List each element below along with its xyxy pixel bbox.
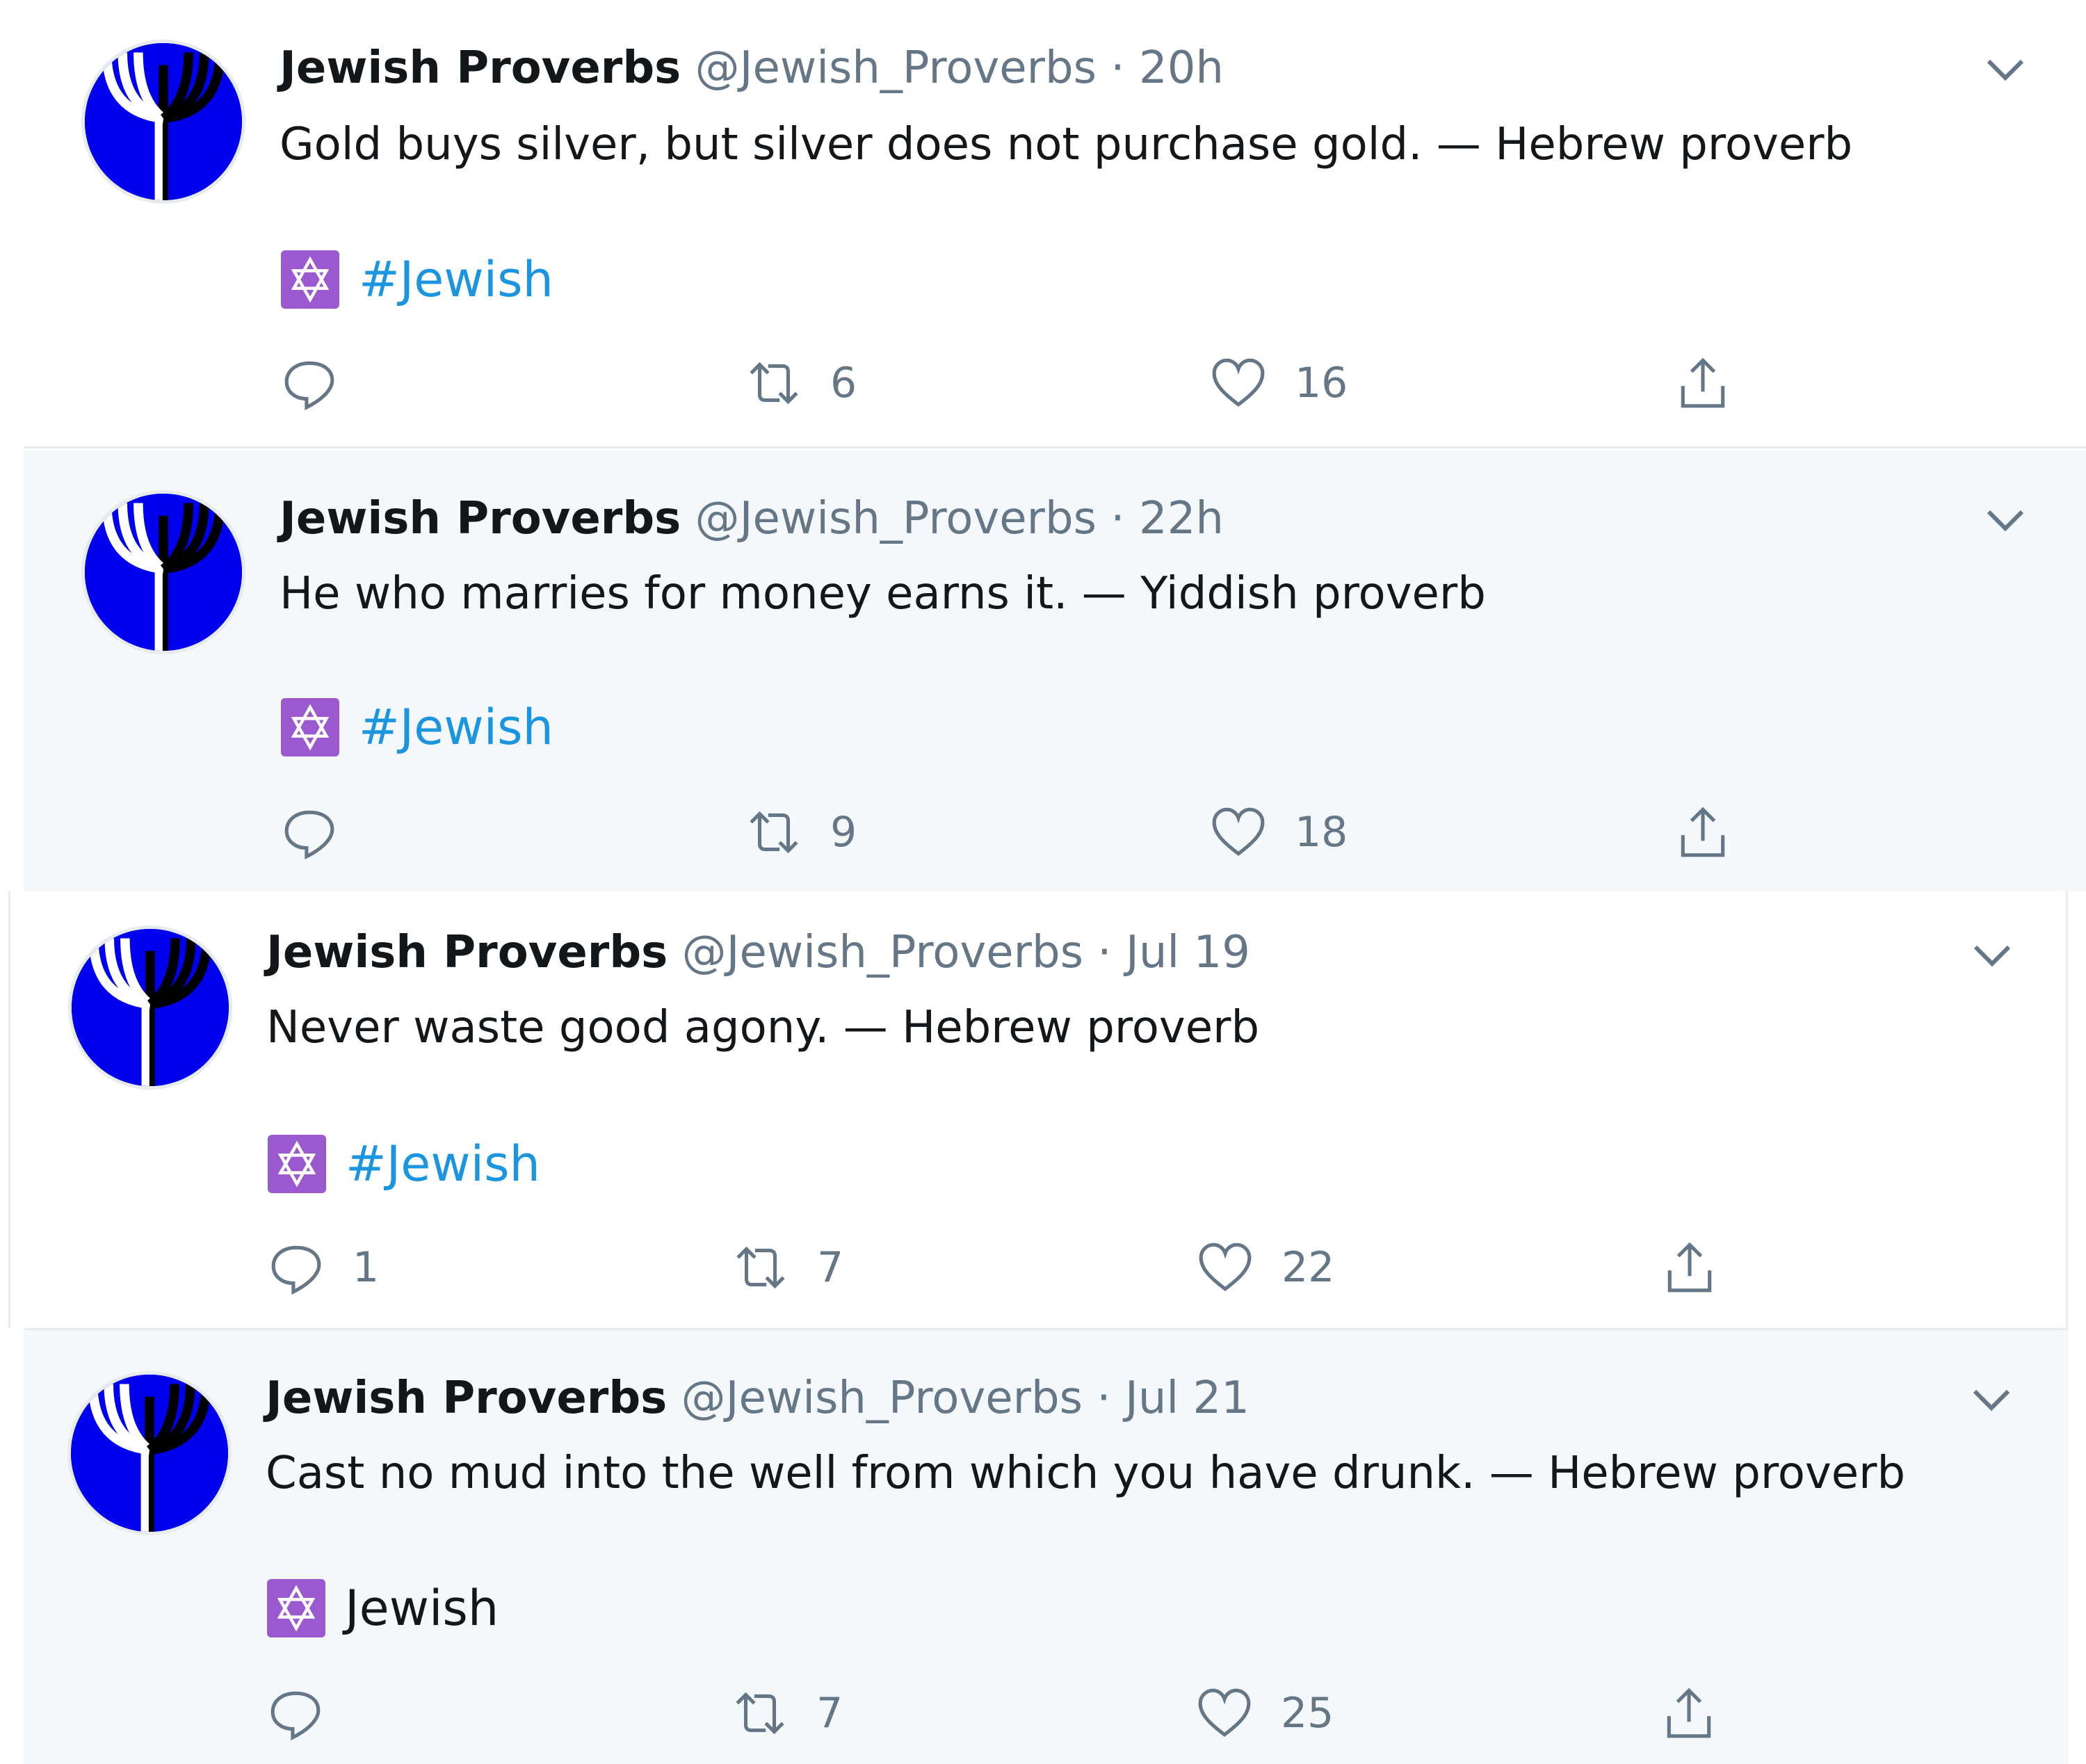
reply-icon	[284, 810, 334, 859]
chevron-down-icon[interactable]	[1971, 941, 2013, 969]
heart-icon	[1199, 1243, 1252, 1291]
display-name[interactable]: Jewish Proverbs	[280, 42, 681, 94]
hashtag-link[interactable]: #Jewish	[359, 250, 553, 309]
display-name[interactable]: Jewish Proverbs	[280, 493, 681, 544]
like-count: 18	[1295, 808, 1348, 857]
tweet-card[interactable]: Jewish Proverbs @Jewish_Proverbs · 22h H…	[24, 451, 2086, 891]
star-of-david-icon	[268, 1135, 326, 1193]
avatar[interactable]	[85, 43, 242, 200]
timestamp[interactable]: Jul 19	[1126, 927, 1250, 978]
retweet-button[interactable]: 7	[732, 1236, 843, 1299]
timestamp[interactable]: 20h	[1139, 42, 1224, 94]
tweet-header: Jewish Proverbs @Jewish_Proverbs · Jul 1…	[266, 925, 1250, 980]
hashtag-link[interactable]: #Jewish	[346, 1135, 540, 1193]
menorah-tree-icon	[85, 43, 242, 200]
like-button[interactable]: 18	[1210, 801, 1348, 864]
retweet-count: 7	[816, 1689, 843, 1738]
hashtag-line: Jewish	[267, 1579, 499, 1637]
share-icon	[1667, 1242, 1712, 1293]
retweet-count: 9	[830, 808, 857, 857]
share-icon	[1681, 357, 1725, 408]
tweet-card[interactable]: Jewish Proverbs @Jewish_Proverbs · Jul 2…	[24, 1328, 2068, 1764]
like-button[interactable]: 25	[1196, 1682, 1334, 1745]
share-button[interactable]	[1661, 1236, 1718, 1299]
chevron-down-icon[interactable]	[1984, 56, 2026, 83]
reply-button[interactable]	[281, 801, 366, 864]
retweet-icon	[736, 1692, 784, 1735]
share-button[interactable]	[1674, 801, 1731, 864]
retweet-button[interactable]: 9	[745, 801, 857, 864]
share-icon	[1667, 1688, 1711, 1738]
menorah-tree-icon	[85, 494, 242, 651]
reply-button[interactable]: 1	[268, 1236, 379, 1299]
reply-icon	[271, 1245, 321, 1295]
hashtag-link[interactable]: #Jewish	[359, 698, 553, 756]
hashtag-line: #Jewish	[281, 250, 553, 309]
timestamp[interactable]: Jul 21	[1125, 1373, 1250, 1424]
retweet-count: 7	[817, 1243, 844, 1292]
tweet-actions: 7 25	[267, 1682, 1797, 1745]
tweet-text: He who marries for money earns it. — Yid…	[280, 568, 1486, 620]
avatar[interactable]	[72, 929, 229, 1086]
reply-button[interactable]	[267, 1682, 352, 1745]
heart-icon	[1212, 807, 1265, 856]
like-count: 22	[1281, 1243, 1335, 1292]
user-handle[interactable]: @Jewish_Proverbs	[681, 1373, 1083, 1424]
tweet-actions: 9 18	[281, 801, 1811, 864]
retweet-button[interactable]: 6	[745, 352, 857, 414]
reply-count: 1	[353, 1243, 380, 1292]
avatar[interactable]	[85, 494, 242, 651]
reply-icon	[270, 1691, 321, 1740]
retweet-icon	[750, 362, 798, 405]
separator-dot: ·	[1097, 1373, 1111, 1424]
separator-dot: ·	[1097, 927, 1112, 978]
tweet-header: Jewish Proverbs @Jewish_Proverbs · Jul 2…	[266, 1370, 1250, 1426]
avatar[interactable]	[71, 1375, 228, 1532]
retweet-button[interactable]: 7	[731, 1682, 843, 1745]
hashtag-line: #Jewish	[281, 698, 553, 756]
retweet-count: 6	[830, 359, 857, 407]
hashtag-text: Jewish	[345, 1580, 499, 1637]
chevron-down-icon[interactable]	[1971, 1386, 2012, 1414]
tweet-actions: 1 7 22	[268, 1236, 1797, 1299]
heart-icon	[1198, 1688, 1251, 1737]
chevron-down-icon[interactable]	[1984, 506, 2026, 534]
separator-dot: ·	[1110, 493, 1125, 544]
display-name[interactable]: Jewish Proverbs	[266, 927, 668, 978]
timestamp[interactable]: 22h	[1139, 493, 1224, 544]
reply-icon	[284, 361, 334, 410]
retweet-icon	[750, 811, 798, 854]
share-button[interactable]	[1674, 352, 1731, 414]
hashtag-line: #Jewish	[268, 1135, 540, 1193]
like-button[interactable]: 16	[1210, 352, 1348, 414]
tweet-card[interactable]: Jewish Proverbs @Jewish_Proverbs · 20h G…	[24, 0, 2086, 448]
star-of-david-icon	[267, 1579, 325, 1637]
user-handle[interactable]: @Jewish_Proverbs	[695, 493, 1097, 544]
share-button[interactable]	[1660, 1682, 1717, 1745]
star-of-david-icon	[281, 698, 339, 756]
reply-button[interactable]	[281, 352, 366, 414]
menorah-tree-icon	[71, 1375, 228, 1532]
tweet-header: Jewish Proverbs @Jewish_Proverbs · 22h	[280, 491, 1224, 547]
display-name[interactable]: Jewish Proverbs	[266, 1373, 667, 1424]
tweet-header: Jewish Proverbs @Jewish_Proverbs · 20h	[280, 40, 1224, 96]
tweet-card[interactable]: Jewish Proverbs @Jewish_Proverbs · Jul 1…	[8, 891, 2068, 1328]
share-icon	[1681, 807, 1725, 857]
star-of-david-icon	[281, 250, 339, 309]
like-count: 16	[1295, 359, 1348, 407]
tweet-text: Gold buys silver, but silver does not pu…	[280, 119, 1853, 170]
like-count: 25	[1281, 1689, 1334, 1738]
retweet-icon	[736, 1246, 785, 1289]
separator-dot: ·	[1110, 42, 1125, 94]
menorah-tree-icon	[72, 929, 229, 1086]
user-handle[interactable]: @Jewish_Proverbs	[682, 927, 1083, 978]
tweet-text: Cast no mud into the well from which you…	[266, 1448, 1906, 1499]
user-handle[interactable]: @Jewish_Proverbs	[695, 42, 1097, 94]
tweet-actions: 6 16	[281, 352, 1811, 414]
like-button[interactable]: 22	[1197, 1236, 1334, 1299]
heart-icon	[1212, 358, 1265, 407]
tweet-text: Never waste good agony. — Hebrew proverb	[266, 1002, 1260, 1053]
